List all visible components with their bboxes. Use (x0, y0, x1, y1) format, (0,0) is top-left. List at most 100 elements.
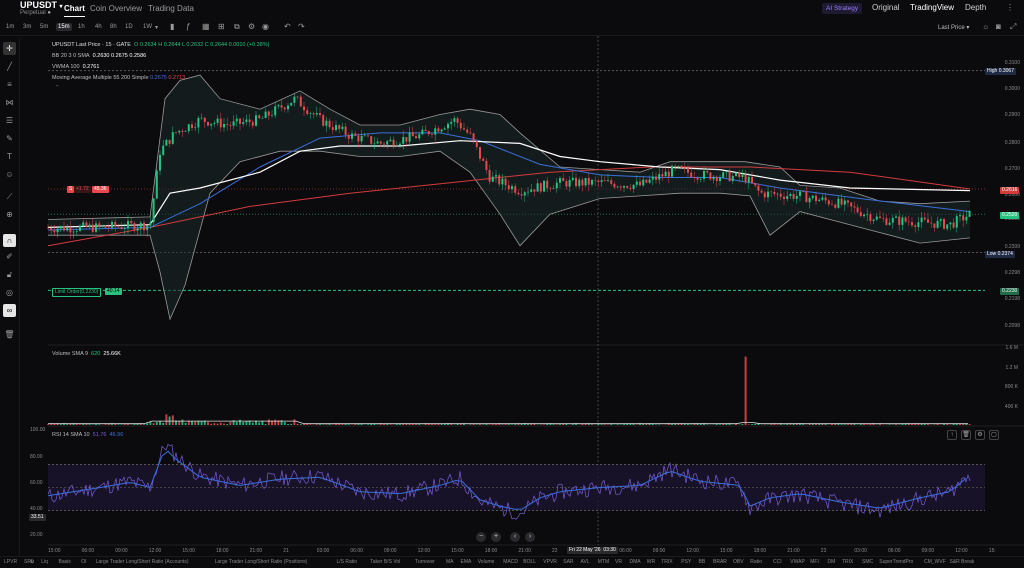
view-depth[interactable]: Depth (965, 3, 986, 12)
pane-up-icon[interactable]: ↑ (947, 430, 957, 440)
indicator-chip[interactable]: SuperTrendPro (879, 559, 913, 565)
timeframe-15m[interactable]: 15m (56, 23, 72, 31)
pane-settings-icon[interactable]: ⚙ (975, 430, 985, 440)
candle-type-icon[interactable]: ▮ (170, 22, 174, 31)
magnet-icon[interactable]: ∩ (3, 234, 16, 247)
tab-coin-overview[interactable]: Coin Overview (90, 4, 142, 13)
indicator-chip[interactable]: MFI (810, 559, 819, 565)
redo-icon[interactable]: ↷ (298, 22, 305, 31)
brush-icon[interactable]: ✎ (3, 132, 16, 145)
pane-delete-icon[interactable]: 🗑︎ (961, 430, 971, 440)
indicator-chip[interactable]: LPVR (4, 559, 17, 565)
indicator-chip[interactable]: MACD (503, 559, 518, 565)
indicator-chip[interactable]: DMA (630, 559, 641, 565)
price-chart[interactable] (21, 36, 1024, 556)
zoom-in-button[interactable]: + (491, 532, 501, 542)
indicator-chip[interactable]: L/S Ratio (337, 559, 358, 565)
indicator-chip[interactable]: VR (615, 559, 622, 565)
measure-icon[interactable]: ☰ (3, 114, 16, 127)
undo-icon[interactable]: ↶ (284, 22, 291, 31)
indicator-chip[interactable]: BB (699, 559, 706, 565)
lock-drawing-icon[interactable]: ✐ (3, 250, 16, 263)
zoom-out-button[interactable]: − (476, 532, 486, 542)
position-pnl[interactable]: 45.36 (92, 186, 109, 193)
candle-body (479, 147, 481, 159)
zoom-icon[interactable]: ⊕ (3, 208, 16, 221)
emoji-icon[interactable]: ☺ (3, 168, 16, 181)
indicator-chip[interactable]: Basis (59, 559, 71, 565)
fullscreen-icon[interactable]: ⤢ (1010, 22, 1016, 32)
indicator-chip[interactable]: BOLL (523, 559, 536, 565)
eye-icon[interactable]: ◎ (3, 286, 16, 299)
limit-order-value[interactable]: 40.14 (105, 288, 122, 295)
view-original[interactable]: Original (872, 3, 900, 12)
symbol-selector[interactable]: UPUSDT ▾ (20, 0, 63, 10)
sun-icon[interactable]: ☼ (982, 22, 989, 31)
timeframe-4h[interactable]: 4h (93, 23, 104, 31)
indicator-chip[interactable]: MA (446, 559, 454, 565)
indicator-chip[interactable]: SAR (563, 559, 573, 565)
collapse-legend-icon[interactable]: ⌃ (55, 85, 60, 91)
timeframe-1m[interactable]: 1m (4, 23, 16, 31)
limit-order-label[interactable]: Limit Order(0.2230) (52, 288, 102, 297)
camera-icon[interactable]: ◙ (996, 22, 1001, 31)
template-icon[interactable]: ⧉ (234, 22, 240, 32)
indicators-icon[interactable]: ƒ (186, 22, 190, 31)
indicator-chip[interactable]: Ratio (750, 559, 762, 565)
indicator-chip[interactable]: BRAR (713, 559, 727, 565)
pattern-icon[interactable]: ⋈ (3, 96, 16, 109)
ruler-icon[interactable]: ⟋ (3, 190, 16, 203)
indicator-chip[interactable]: VWAP (790, 559, 805, 565)
pane-maximize-icon[interactable]: ▢ (989, 430, 999, 440)
lock-icon[interactable]: 🔓︎ (3, 268, 16, 281)
fib-icon[interactable]: ≡ (3, 78, 16, 91)
timeframe-1d[interactable]: 1D (123, 23, 135, 31)
scroll-left-button[interactable]: ‹ (510, 532, 520, 542)
timeframe-3m[interactable]: 3m (21, 23, 33, 31)
volume-bar (143, 424, 145, 425)
timeframe-1h[interactable]: 1h (76, 23, 87, 31)
indicator-chip[interactable]: WR (647, 559, 655, 565)
price-mode-select[interactable]: Last Price ▾ (938, 24, 969, 31)
settings-icon[interactable]: ⚙ (248, 22, 255, 31)
indicator-chip[interactable]: SMC (862, 559, 873, 565)
indicator-chip[interactable]: VPVR (543, 559, 557, 565)
compare-icon[interactable]: ⊞ (218, 22, 225, 31)
tab-trading-data[interactable]: Trading Data (148, 4, 194, 13)
trash-icon[interactable]: 🗑︎ (3, 328, 16, 341)
alert-icon[interactable]: ◉ (262, 22, 269, 31)
tab-chart[interactable]: Chart (64, 4, 85, 17)
indicator-chip[interactable]: PSY (681, 559, 691, 565)
indicator-chip[interactable]: CM_WVF (924, 559, 946, 565)
timeframe-8h[interactable]: 8h (108, 23, 119, 31)
more-icon[interactable]: ⋮ (1006, 3, 1014, 12)
indicator-chip[interactable]: CCI (773, 559, 782, 565)
link-icon[interactable]: ∞ (3, 304, 16, 317)
indicator-chip[interactable]: Large Trader Long/Short Ratio (Positions… (215, 559, 308, 565)
position-qty[interactable]: +1.72 (74, 186, 91, 193)
indicator-chip[interactable]: Large Trader Long/Short Ratio (Accounts) (96, 559, 189, 565)
cursor-icon[interactable]: ✛ (3, 42, 16, 55)
indicator-chip[interactable]: S&R Break (950, 559, 975, 565)
indicator-chip[interactable]: TRIX (661, 559, 672, 565)
indicator-chip[interactable]: Liq (41, 559, 48, 565)
indicator-chip[interactable]: EMA (461, 559, 472, 565)
trendline-icon[interactable]: ╱ (3, 60, 16, 73)
indicator-chip[interactable]: MTM (598, 559, 609, 565)
indicator-chip[interactable]: TRIX (842, 559, 853, 565)
indicator-chip[interactable]: DM (828, 559, 836, 565)
indicator-chip[interactable]: AVL (581, 559, 590, 565)
indicator-chip[interactable]: Taker B/S Vol (370, 559, 400, 565)
text-icon[interactable]: T (3, 150, 16, 163)
timeframe-5m[interactable]: 5m (38, 23, 50, 31)
indicator-chip[interactable]: Turnover (415, 559, 435, 565)
indicator-chip[interactable]: OBV (733, 559, 744, 565)
view-tradingview[interactable]: TradingView (910, 3, 954, 12)
timeframe-dropdown[interactable]: ▾ (153, 23, 160, 32)
scroll-right-button[interactable]: › (525, 532, 535, 542)
grid-icon[interactable]: ▦ (202, 22, 210, 31)
ai-strategy-button[interactable]: AI Strategy (822, 3, 863, 14)
indicator-chip[interactable]: SRL (24, 559, 34, 565)
indicator-chip[interactable]: Volume (478, 559, 495, 565)
indicator-chip[interactable]: OI (81, 559, 86, 565)
